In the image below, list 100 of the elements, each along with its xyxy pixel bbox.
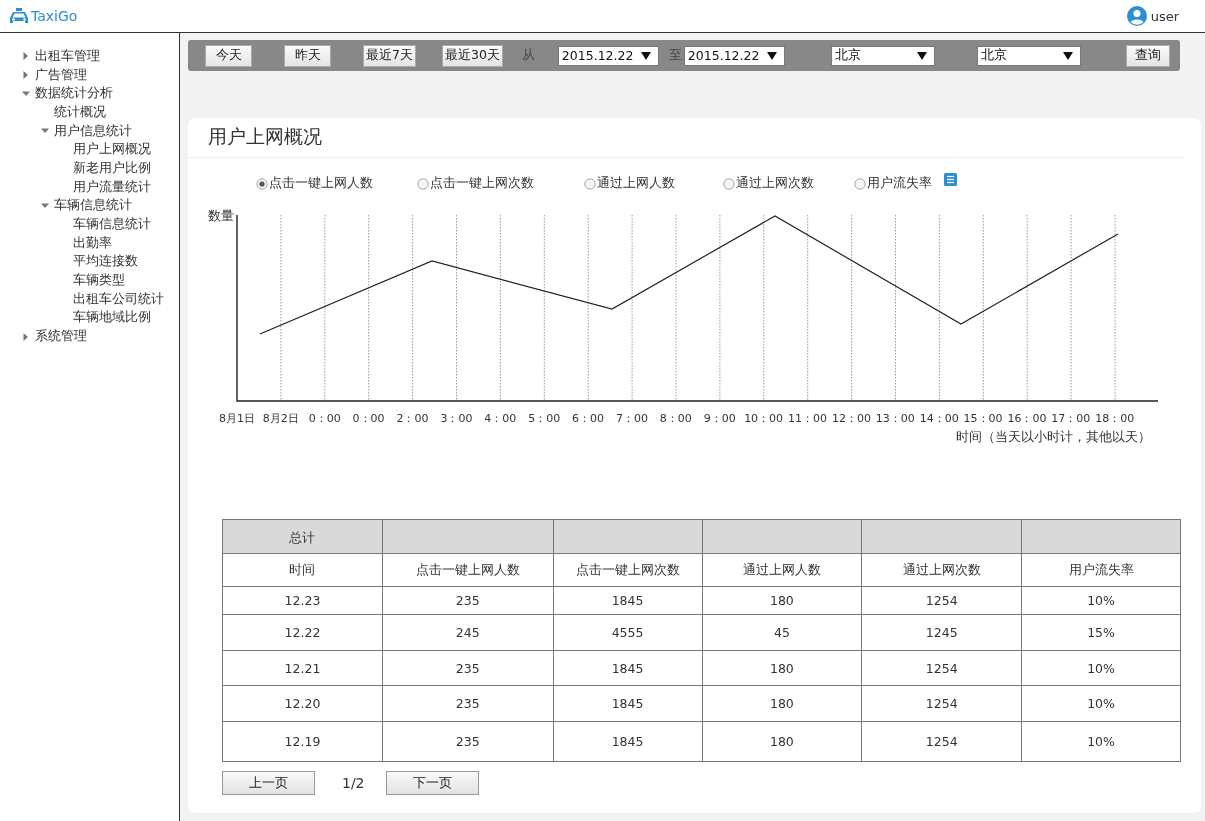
table-cell: 235 [382, 586, 554, 615]
chart-metric-radio[interactable]: 点击一键上网人数 [256, 175, 373, 192]
column-header: 时间 [222, 553, 383, 587]
column-header: 通过上网次数 [861, 553, 1022, 587]
collapse-arrow-icon[interactable] [21, 89, 30, 98]
caret-icon [766, 51, 777, 60]
query-button[interactable]: 查询 [1125, 44, 1170, 67]
user-name[interactable]: user [1150, 8, 1179, 24]
x-axis-tick-label: 12：00 [831, 411, 871, 427]
table-cell: 235 [382, 721, 554, 762]
table-cell: 245 [382, 614, 554, 651]
chart-metric-radio[interactable]: 通过上网人数 [584, 175, 675, 192]
x-axis-tick-label: 10：00 [744, 411, 784, 427]
list-icon[interactable] [944, 173, 957, 186]
taxi-icon [8, 7, 30, 25]
table-cell: 4555 [553, 614, 702, 651]
nav-item[interactable]: 出租车管理 [35, 47, 100, 65]
table-cell: 10% [1021, 721, 1181, 762]
table-cell: 1845 [553, 650, 702, 686]
expand-arrow-icon[interactable] [21, 71, 30, 80]
radio-unchecked-icon[interactable] [417, 177, 429, 190]
chart-metric-radio[interactable]: 点击一键上网次数 [417, 175, 534, 192]
y-axis-label: 数量 [208, 208, 235, 222]
nav-item[interactable]: 统计概况 [54, 103, 106, 121]
radio-unchecked-icon[interactable] [854, 177, 866, 190]
x-axis-tick-label: 9：00 [703, 411, 736, 427]
table-cell: 1845 [553, 721, 702, 762]
expand-arrow-icon[interactable] [21, 52, 30, 61]
table-cell: 10% [1021, 650, 1181, 686]
chart-metric-radio[interactable]: 通过上网次数 [723, 175, 814, 192]
to-label: 至 [668, 47, 682, 64]
table-cell: 15% [1021, 614, 1181, 651]
chart-metric-radio[interactable]: 用户流失率 [854, 175, 932, 192]
table-cell: 180 [702, 586, 862, 615]
column-header: 点击一键上网人数 [382, 553, 554, 587]
nav-item[interactable]: 出租车公司统计 [73, 290, 164, 308]
x-axis-tick-label: 7：00 [615, 411, 648, 427]
table-cell: 180 [702, 650, 862, 686]
x-axis-tick-label: 8月2日 [262, 411, 299, 427]
radio-checked-icon[interactable] [256, 177, 268, 190]
from-label: 从 [521, 47, 535, 64]
from-date-select[interactable]: 2015.12.22 [557, 45, 659, 66]
user-avatar-icon[interactable] [1126, 6, 1147, 26]
brand-name[interactable]: TaxiGo [31, 8, 78, 24]
table-cell: 12.21 [222, 650, 383, 686]
table-cell: 10% [1021, 586, 1181, 615]
expand-arrow-icon[interactable] [21, 332, 30, 341]
x-axis-tick-label: 8月1日 [218, 411, 255, 427]
table-cell: 180 [702, 685, 862, 722]
x-axis-tick-label: 18：00 [1095, 411, 1135, 427]
x-axis-tick-label: 6：00 [572, 411, 605, 427]
x-axis-tick-label: 0：00 [352, 411, 385, 427]
table-cell: 1245 [861, 614, 1022, 651]
table-cell: 1845 [553, 586, 702, 615]
column-header: 用户流失率 [1021, 553, 1181, 587]
collapse-arrow-icon[interactable] [40, 201, 49, 210]
nav-item[interactable]: 系统管理 [35, 328, 87, 346]
to-date-select[interactable]: 2015.12.22 [683, 45, 785, 66]
nav-item[interactable]: 车辆类型 [73, 272, 125, 290]
nav-item[interactable]: 平均连接数 [73, 253, 138, 271]
radio-unchecked-icon[interactable] [723, 177, 735, 190]
nav-item[interactable]: 出勤率 [73, 234, 112, 252]
nav-item[interactable]: 用户流量统计 [73, 178, 151, 196]
quick-range-button[interactable]: 今天 [205, 44, 252, 67]
nav-item[interactable]: 车辆信息统计 [73, 216, 151, 234]
x-axis-tick-label: 0：00 [308, 411, 341, 427]
quick-range-button[interactable]: 昨天 [284, 44, 331, 67]
nav-item[interactable]: 车辆地域比例 [73, 309, 151, 327]
column-header: 通过上网人数 [702, 553, 862, 587]
table-cell: 235 [382, 650, 554, 686]
table-cell: 12.19 [222, 721, 383, 762]
table-cell: 12.22 [222, 614, 383, 651]
caret-icon [1062, 51, 1073, 60]
nav-item[interactable]: 数据统计分析 [35, 85, 113, 103]
nav-item[interactable]: 用户上网概况 [73, 141, 151, 159]
x-axis-title: 时间（当天以小时计，其他以天） [956, 429, 1151, 446]
next-page-button[interactable]: 下一页 [385, 771, 479, 795]
x-axis-tick-label: 11：00 [788, 411, 827, 427]
nav-item[interactable]: 用户信息统计 [54, 122, 132, 140]
x-axis-tick-label: 13：00 [875, 411, 915, 427]
page-indicator: 1/2 [342, 775, 365, 791]
caret-icon [916, 51, 927, 60]
x-axis-tick-label: 2：00 [396, 411, 429, 427]
previous-page-button[interactable]: 上一页 [222, 771, 315, 795]
x-axis-tick-label: 4：00 [484, 411, 517, 427]
city-select[interactable]: 北京 [830, 45, 935, 66]
nav-item[interactable]: 新老用户比例 [73, 159, 151, 177]
quick-range-button[interactable]: 最近30天 [441, 44, 503, 67]
quick-range-button[interactable]: 最近7天 [363, 44, 416, 67]
column-header: 点击一键上网次数 [553, 553, 702, 587]
table-cell: 10% [1021, 685, 1181, 722]
nav-item[interactable]: 广告管理 [35, 66, 87, 84]
radio-unchecked-icon[interactable] [584, 177, 596, 190]
table-cell: 180 [702, 721, 862, 762]
table-cell: 45 [702, 614, 862, 651]
city-select[interactable]: 北京 [976, 45, 1081, 66]
panel-title: 用户上网概况 [188, 118, 1185, 158]
table-cell: 235 [382, 685, 554, 722]
x-axis-tick-label: 3：00 [440, 411, 473, 427]
nav-item[interactable]: 车辆信息统计 [54, 197, 132, 215]
